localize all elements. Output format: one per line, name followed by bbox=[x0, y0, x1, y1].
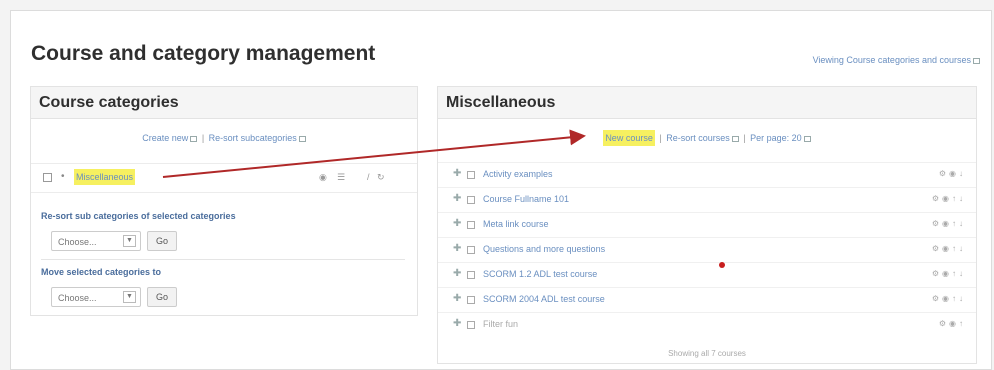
annotation-arrow bbox=[162, 129, 586, 178]
